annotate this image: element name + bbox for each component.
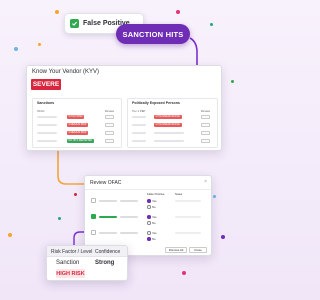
row-checkbox[interactable] xyxy=(91,214,96,219)
review-ofac-title: Review OFAC xyxy=(90,180,122,186)
kyv-card: Know Your Vendor (KYV) SEVERE Sanctions … xyxy=(26,65,222,151)
sanctions-title: Sanctions xyxy=(37,101,55,105)
table-row xyxy=(132,124,146,126)
risk-tag: NO HITS REPORTED xyxy=(67,139,94,143)
close-button[interactable]: Close xyxy=(189,247,207,253)
table-row xyxy=(132,132,146,134)
risk-factor-value: Sanction xyxy=(56,260,80,266)
table-row xyxy=(37,116,57,118)
radio-no-label: No xyxy=(152,236,156,241)
radio-yes[interactable] xyxy=(147,215,151,219)
table-row xyxy=(154,140,184,142)
review-button[interactable] xyxy=(201,115,210,119)
review-button[interactable] xyxy=(105,139,114,143)
sanctions-col-review: Review xyxy=(105,109,115,113)
risk-tag: 2 MEDIUM RISK xyxy=(67,123,88,127)
dismiss-all-button[interactable]: Dismiss All xyxy=(165,247,187,253)
radio-yes-label: Yes xyxy=(152,214,157,219)
risk-tag: 2 HIGH/MEDIUM RISK xyxy=(154,123,182,127)
sanctions-panel: Sanctions OFAC Review 5 HIGH RISK 2 MEDI… xyxy=(32,98,122,148)
row-text xyxy=(120,216,138,218)
table-row xyxy=(132,116,146,118)
notes-field[interactable] xyxy=(175,200,201,202)
risk-level-badge: HIGH RISK xyxy=(56,269,85,278)
row-text xyxy=(120,200,138,202)
checkbox-checked-icon[interactable] xyxy=(70,19,79,28)
table-row xyxy=(132,140,146,142)
notes-field[interactable] xyxy=(175,216,201,218)
pep-col-name: Tier 1 PEP xyxy=(132,109,146,113)
risk-card-header: Risk Factor / Level Confidence xyxy=(47,246,127,257)
col-confidence: Confidence xyxy=(95,249,121,255)
kyv-title: Know Your Vendor (KYV) xyxy=(32,69,100,75)
row-checkbox[interactable] xyxy=(91,198,96,203)
radio-no[interactable] xyxy=(147,221,151,225)
col-risk-factor: Risk Factor / Level xyxy=(51,249,93,255)
col-false-positive: False Positive xyxy=(147,192,165,196)
row-text xyxy=(99,200,117,202)
risk-tag: 2 HIGH/MEDIUM RISK xyxy=(154,115,182,119)
pep-panel: Politically Exposed Persons Tier 1 PEP R… xyxy=(127,98,218,148)
risk-tag: 2 MEDIUM RISK xyxy=(67,131,88,135)
radio-no-label: No xyxy=(152,204,156,209)
radio-no[interactable] xyxy=(147,205,151,209)
col-notes: Notes xyxy=(175,192,183,196)
radio-yes-label: Yes xyxy=(152,230,157,235)
review-button[interactable] xyxy=(201,123,210,127)
divider xyxy=(85,189,211,190)
table-row xyxy=(37,140,57,142)
row-checkbox[interactable] xyxy=(91,230,96,235)
pep-title: Politically Exposed Persons xyxy=(132,101,180,105)
confidence-value: Strong xyxy=(95,260,115,266)
row-text xyxy=(99,232,117,234)
sanction-hits-label: SANCTION HITS xyxy=(122,29,184,39)
radio-no-label: No xyxy=(152,220,156,225)
review-button[interactable] xyxy=(201,131,210,135)
review-button[interactable] xyxy=(105,115,114,119)
table-row xyxy=(37,132,57,134)
row-text xyxy=(99,216,117,218)
row-text xyxy=(120,232,138,234)
radio-yes-label: Yes xyxy=(152,198,157,203)
severity-badge: SEVERE xyxy=(31,79,61,90)
review-button[interactable] xyxy=(105,131,114,135)
radio-yes[interactable] xyxy=(147,231,151,235)
close-icon[interactable]: × xyxy=(204,179,207,185)
radio-no[interactable] xyxy=(147,237,151,241)
table-row xyxy=(154,132,184,134)
review-button[interactable] xyxy=(105,123,114,127)
notes-field[interactable] xyxy=(175,232,201,234)
review-ofac-dialog: Review OFAC × False Positive Notes Yes N… xyxy=(84,175,212,256)
review-button[interactable] xyxy=(201,139,210,143)
table-row xyxy=(37,124,57,126)
sanction-hits-badge: SANCTION HITS xyxy=(116,24,190,44)
risk-factor-card: Risk Factor / Level Confidence Sanction … xyxy=(46,245,128,281)
sanctions-col-name: OFAC xyxy=(37,109,45,113)
radio-yes[interactable] xyxy=(147,199,151,203)
risk-tag: 5 HIGH RISK xyxy=(67,115,85,119)
pep-col-review: Review xyxy=(201,109,211,113)
